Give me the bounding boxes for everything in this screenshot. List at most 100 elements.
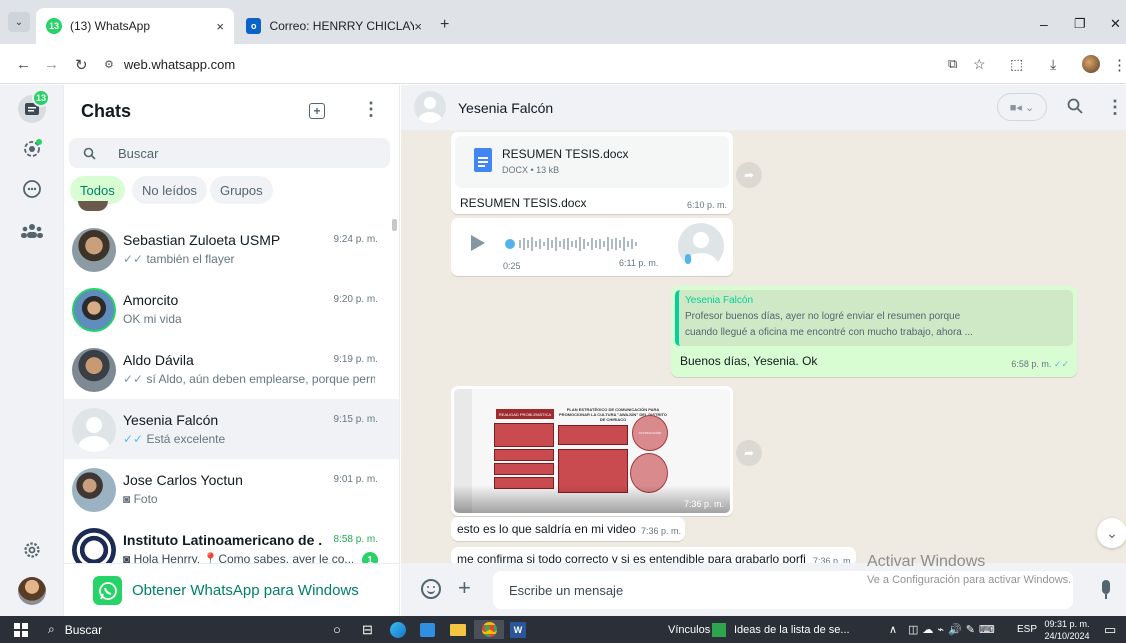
voice-message[interactable]: 0:25 6:11 p. m. xyxy=(451,218,733,276)
clock-time: 09:31 p. m. xyxy=(1044,619,1090,629)
language-indicator[interactable]: ESP xyxy=(1017,620,1037,639)
close-tab-icon[interactable]: × xyxy=(216,19,224,34)
play-icon[interactable] xyxy=(471,235,485,251)
chat-list-item[interactable]: Aldo Dávila 9:19 p. m. ✓✓ sí Aldo, aún d… xyxy=(64,339,399,399)
notifications-icon[interactable]: ▭ xyxy=(1104,620,1116,639)
outgoing-message[interactable]: Yesenia Falcón Profesor buenos días, aye… xyxy=(671,286,1077,377)
channels-icon[interactable] xyxy=(20,177,44,201)
store-icon[interactable] xyxy=(420,620,435,639)
chat-list-item[interactable]: Sebastian Zuloeta USMP 9:24 p. m. ✓✓ tam… xyxy=(64,219,399,279)
message-time: 7:36 p. m. xyxy=(641,526,682,536)
communities-icon[interactable] xyxy=(20,219,44,243)
image-message[interactable]: PLAN ESTRATÉGICO DE COMUNICACIÓN PARA PR… xyxy=(451,386,733,516)
poster-box xyxy=(494,463,554,475)
browser-menu-icon[interactable]: ⋮ xyxy=(1112,56,1126,74)
download-icon[interactable]: ⤓ xyxy=(1050,56,1056,73)
bookmark-star-icon[interactable]: ☆ xyxy=(973,56,986,73)
toolbar-links[interactable]: Vínculos xyxy=(668,620,710,639)
quoted-text-line: Profesor buenos días, ayer no logré envi… xyxy=(685,311,961,322)
incoming-message[interactable]: esto es lo que saldría en mi video 7:36 … xyxy=(451,517,685,541)
search-icon[interactable] xyxy=(1067,98,1083,117)
install-app-icon[interactable]: ⧉ xyxy=(948,56,957,72)
default-avatar-icon xyxy=(414,91,446,123)
file-explorer-icon[interactable] xyxy=(450,620,466,639)
quoted-sender: Yesenia Falcón xyxy=(685,295,754,306)
forward-arrow-icon[interactable]: → xyxy=(44,56,59,73)
chat-list-item[interactable]: Amorcito 9:20 p. m. OK mi vida xyxy=(64,279,399,339)
tab-title: (13) WhatsApp xyxy=(70,19,151,33)
search-input[interactable]: Buscar xyxy=(69,138,390,168)
chat-list-item[interactable]: Jose Carlos Yoctun 9:01 p. m. ◙ Foto xyxy=(64,459,399,519)
message-input-placeholder: Escribe un mensaje xyxy=(509,583,624,598)
unread-badge: 13 xyxy=(32,89,50,107)
close-window-button[interactable]: ✕ xyxy=(1110,16,1121,32)
doc-meta: DOCX • 13 kB xyxy=(502,165,560,175)
forward-icon[interactable]: ➦ xyxy=(736,440,762,466)
back-arrow-icon[interactable]: ← xyxy=(16,56,31,73)
filter-groups[interactable]: Grupos xyxy=(210,176,273,204)
menu-icon[interactable]: ⋮ xyxy=(362,99,380,120)
message-time: 7:36 p. m. xyxy=(683,499,724,509)
clock[interactable]: 09:31 p. m. 24/10/2024 xyxy=(1042,618,1092,642)
get-app-banner[interactable]: Obtener WhatsApp para Windows xyxy=(64,563,399,616)
site-settings-icon[interactable]: ⚙ xyxy=(104,58,114,71)
document-card[interactable]: RESUMEN TESIS.docx DOCX • 13 kB xyxy=(455,136,729,188)
tab-whatsapp[interactable]: 13 (13) WhatsApp × xyxy=(36,8,234,44)
taskbar-search-label: Buscar xyxy=(64,622,103,637)
waveform[interactable] xyxy=(505,235,655,253)
conversation-panel: Yesenia Falcón ■◂ ⌄ ⋮ RESUMEN TESIS.docx… xyxy=(401,85,1126,616)
mic-icon xyxy=(685,254,691,264)
minimize-button[interactable]: – xyxy=(1040,16,1048,32)
chrome-icon[interactable] xyxy=(474,620,504,639)
menu-icon[interactable]: ⋮ xyxy=(1106,97,1124,118)
doc-file-icon xyxy=(474,148,492,172)
quoted-text-line: cuando llegué a oficina me encontré con … xyxy=(685,327,973,338)
tray-chevron-icon[interactable]: ∧ xyxy=(889,620,897,639)
url-text: web.whatsapp.com xyxy=(123,56,236,72)
filter-all[interactable]: Todos xyxy=(70,176,125,204)
task-view-icon[interactable]: ⊟ xyxy=(362,620,373,639)
whatsapp-logo-icon xyxy=(93,576,122,605)
profile-avatar[interactable] xyxy=(1082,55,1100,73)
tray-icons[interactable]: ◫☁⌁🔊✎⌨ xyxy=(908,620,999,639)
restore-button[interactable]: ❐ xyxy=(1074,16,1086,32)
close-tab-icon[interactable]: × xyxy=(414,19,422,34)
chat-time: 9:24 p. m. xyxy=(333,234,378,245)
get-app-link[interactable]: Obtener WhatsApp para Windows xyxy=(132,582,359,599)
image-thumbnail[interactable]: PLAN ESTRATÉGICO DE COMUNICACIÓN PARA PR… xyxy=(454,389,730,513)
windows-start-icon[interactable] xyxy=(14,620,28,639)
new-chat-icon[interactable]: + xyxy=(309,103,325,119)
filter-unread[interactable]: No leídos xyxy=(132,176,207,204)
avatar xyxy=(72,228,116,272)
chat-list-item-selected[interactable]: Yesenia Falcón 9:15 p. m. ✓✓ Está excele… xyxy=(64,399,399,459)
chat-preview: ◙ Foto xyxy=(123,492,158,506)
new-tab-button[interactable]: + xyxy=(440,16,449,34)
word-icon[interactable]: W xyxy=(510,620,526,639)
address-bar[interactable]: ⚙ web.whatsapp.com xyxy=(104,50,984,78)
forward-icon[interactable]: ➦ xyxy=(736,162,762,188)
pinned-window[interactable]: Ideas de la lista de se... xyxy=(712,620,850,639)
quoted-message[interactable]: Yesenia Falcón Profesor buenos días, aye… xyxy=(675,290,1073,346)
document-message[interactable]: RESUMEN TESIS.docx DOCX • 13 kB RESUMEN … xyxy=(451,132,733,214)
reload-icon[interactable]: ↻ xyxy=(75,56,88,74)
page-title: Chats xyxy=(81,101,132,121)
scroll-to-bottom-button[interactable]: ⌄ xyxy=(1097,518,1126,548)
attach-plus-icon[interactable]: + xyxy=(458,575,471,601)
poster-box xyxy=(494,423,554,447)
conversation-header[interactable]: Yesenia Falcón ■◂ ⌄ ⋮ xyxy=(401,85,1126,131)
emoji-icon[interactable] xyxy=(421,579,441,599)
profile-avatar[interactable] xyxy=(18,577,46,605)
video-call-button[interactable]: ■◂ ⌄ xyxy=(997,93,1047,121)
microphone-icon[interactable] xyxy=(1102,580,1110,599)
cortana-icon[interactable]: ○ xyxy=(333,620,341,639)
tab-outlook[interactable]: o Correo: HENRRY CHICLAYO VEC × xyxy=(236,8,432,44)
whatsapp-favicon-icon: 13 xyxy=(46,18,62,34)
pinned-window-label: Ideas de la lista de se... xyxy=(734,623,850,636)
taskbar-search[interactable]: ⌕ Buscar xyxy=(48,620,298,639)
settings-gear-icon[interactable] xyxy=(20,538,44,562)
edge-icon[interactable] xyxy=(390,620,406,639)
poster-heading: REALIDAD PROBLEMÁTICA xyxy=(496,409,554,419)
extensions-icon[interactable]: ⬚ xyxy=(1010,56,1023,73)
tab-list-chevron-icon[interactable]: ⌄ xyxy=(8,12,30,32)
status-icon[interactable] xyxy=(20,137,44,161)
